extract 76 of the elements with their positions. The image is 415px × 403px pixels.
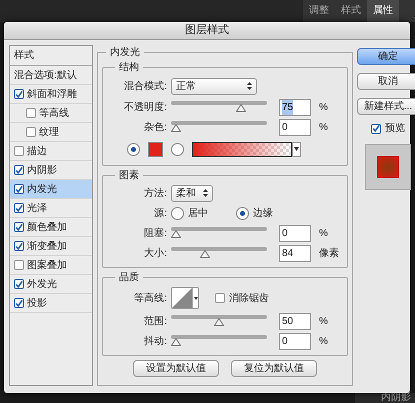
field-label: 大小:: [143, 246, 167, 260]
checkbox[interactable]: [26, 108, 36, 118]
stepper-icon: [247, 82, 252, 90]
unit-label: 像素: [319, 246, 339, 260]
radio-label: 居中: [188, 206, 208, 220]
unit-label: %: [319, 314, 328, 328]
unit-label: %: [319, 226, 328, 240]
field-label: 方法:: [143, 186, 167, 200]
number-field[interactable]: 0: [279, 332, 311, 350]
dialog-button[interactable]: 新建样式...: [357, 98, 415, 115]
caret-icon: [194, 296, 198, 300]
checked-checkbox[interactable]: [371, 124, 381, 134]
preview-swatch: [377, 156, 399, 178]
contour-picker[interactable]: [171, 287, 199, 309]
number-field[interactable]: 0: [279, 224, 311, 242]
panel-tab[interactable]: 属性: [367, 0, 399, 22]
style-list-item[interactable]: 内发光: [10, 180, 92, 199]
checked-checkbox[interactable]: [14, 184, 24, 194]
section-title: 图素: [118, 168, 140, 183]
checked-checkbox[interactable]: [14, 222, 24, 232]
checkbox[interactable]: [26, 127, 36, 137]
contour-curve-icon: [172, 288, 192, 308]
caret-icon[interactable]: [294, 147, 299, 151]
number-field[interactable]: 84: [279, 244, 311, 262]
checked-checkbox[interactable]: [14, 203, 24, 213]
checkbox-label: 预览: [385, 122, 405, 136]
slider-track[interactable]: [171, 335, 267, 347]
checkbox[interactable]: [215, 293, 225, 303]
field-label: 不透明度:: [123, 100, 167, 114]
dropdown[interactable]: 柔和: [171, 184, 213, 202]
gradient-picker[interactable]: [192, 142, 301, 156]
unit-label: %: [319, 100, 328, 114]
field-label: 等高线:: [133, 292, 167, 306]
dropdown[interactable]: 正常: [171, 78, 257, 94]
checked-checkbox[interactable]: [14, 165, 24, 175]
style-list-item[interactable]: 图案叠加: [10, 256, 92, 275]
unit-label: %: [319, 120, 328, 134]
slider-track[interactable]: [171, 121, 267, 133]
section-title: 品质: [118, 270, 140, 285]
slider-track[interactable]: [171, 247, 267, 259]
checkbox[interactable]: [14, 146, 24, 156]
number-field[interactable]: 50: [279, 312, 311, 330]
section-title: 结构: [118, 60, 140, 75]
window-title: 图层样式: [185, 23, 229, 38]
slider-track[interactable]: [171, 315, 267, 327]
number-field[interactable]: 0: [279, 118, 311, 136]
field-label: 抖动:: [143, 334, 167, 348]
radio-button[interactable]: [171, 206, 184, 220]
radio-button[interactable]: [236, 206, 249, 220]
checked-checkbox[interactable]: [14, 89, 24, 99]
field-label: 杂色:: [143, 120, 167, 134]
field-label: 源:: [153, 206, 167, 220]
field-label: 混合模式:: [123, 80, 167, 94]
panel-tab[interactable]: 样式: [335, 0, 367, 22]
radio-label: 边缘: [253, 206, 273, 220]
checkbox-label: 消除锯齿: [229, 292, 269, 306]
default-button[interactable]: 设置为默认值: [133, 360, 219, 377]
number-field[interactable]: 75: [279, 98, 311, 116]
field-label: 范围:: [143, 314, 167, 328]
dialog-button[interactable]: 取消: [357, 73, 415, 90]
panel-tab[interactable]: 调整: [303, 0, 335, 22]
checked-checkbox[interactable]: [14, 279, 24, 289]
radio-button[interactable]: [171, 142, 184, 156]
stepper-icon: [203, 189, 208, 197]
dialog-button[interactable]: 确定: [357, 48, 415, 65]
checkbox[interactable]: [14, 260, 24, 270]
field-label: 阻塞:: [143, 226, 167, 240]
default-button[interactable]: 复位为默认值: [231, 360, 317, 377]
panel-title: 内发光: [109, 46, 141, 60]
unit-label: %: [319, 334, 328, 348]
color-swatch[interactable]: [148, 142, 163, 156]
slider-track[interactable]: [171, 101, 267, 113]
checked-checkbox[interactable]: [14, 241, 24, 251]
checked-checkbox[interactable]: [14, 298, 24, 308]
slider-track[interactable]: [171, 227, 267, 239]
radio-button[interactable]: [127, 142, 140, 156]
